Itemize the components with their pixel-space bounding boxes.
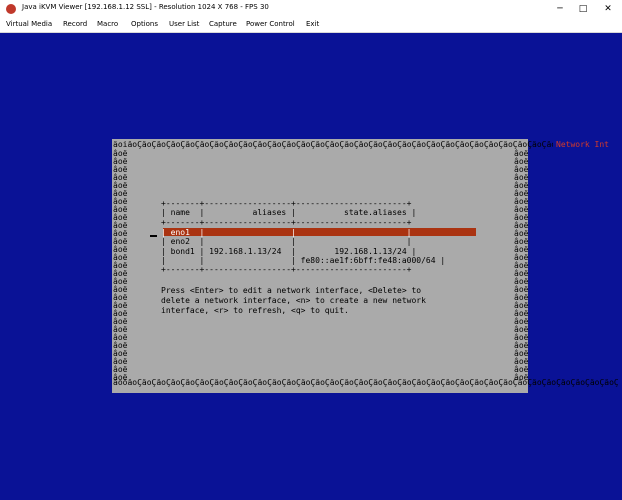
menu-record[interactable]: Record bbox=[63, 20, 87, 28]
window-titlebar: Java iKVM Viewer [192.168.1.12 SSL] - Re… bbox=[0, 0, 622, 19]
help-text-line-2: delete a network interface, <n> to creat… bbox=[161, 296, 426, 305]
maximize-button[interactable]: □ bbox=[574, 2, 592, 16]
network-interfaces-title: Network Int bbox=[556, 140, 609, 149]
close-button[interactable]: ✕ bbox=[599, 2, 617, 16]
help-text-line-3: interface, <r> to refresh, <q> to quit. bbox=[161, 306, 349, 315]
window-title: Java iKVM Viewer [192.168.1.12 SSL] - Re… bbox=[22, 3, 269, 11]
dialog-bottom-border: âoöâoÇâoÇâoÇâoÇâoÇâoÇâoÇâoÇâoÇâoÇâoÇâoÇâ… bbox=[113, 379, 618, 387]
interfaces-table-header: | name | aliases | state.aliases | bbox=[161, 208, 417, 217]
java-app-icon bbox=[6, 4, 16, 14]
right-pane bbox=[528, 149, 616, 381]
menu-bar: Virtual Media Record Macro Options User … bbox=[0, 18, 622, 33]
menu-macro[interactable]: Macro bbox=[97, 20, 118, 28]
menu-power-control[interactable]: Power Control bbox=[246, 20, 295, 28]
text-cursor bbox=[150, 235, 157, 237]
table-row-bond1[interactable]: | bond1 | 192.168.1.13/24 | 192.168.1.13… bbox=[161, 248, 416, 256]
table-row-bond1-ipv6: | | | fe80::ae1f:6bff:fe48:a000/64 | bbox=[161, 256, 446, 265]
table-row-eno1[interactable]: | eno1 | | | bbox=[161, 229, 411, 237]
dialog-top-border: âoiâoÇâoÇâoÇâoÇâoÇâoÇâoÇâoÇâoÇâoÇâoÇâoÇâ… bbox=[113, 141, 553, 149]
minimize-button[interactable]: ─ bbox=[551, 2, 569, 16]
interfaces-table-border-mid: +-------+------------------+------------… bbox=[161, 218, 412, 227]
menu-options[interactable]: Options bbox=[131, 20, 158, 28]
menu-capture[interactable]: Capture bbox=[209, 20, 237, 28]
menu-user-list[interactable]: User List bbox=[169, 20, 199, 28]
table-row-eno2[interactable]: | eno2 | | | bbox=[161, 238, 411, 246]
interfaces-table-border-top: +-------+------------------+------------… bbox=[161, 199, 412, 208]
menu-exit[interactable]: Exit bbox=[306, 20, 319, 28]
remote-console-screen[interactable]: âoiâoÇâoÇâoÇâoÇâoÇâoÇâoÇâoÇâoÇâoÇâoÇâoÇâ… bbox=[0, 33, 622, 500]
help-text-line-1: Press <Enter> to edit a network interfac… bbox=[161, 286, 422, 295]
menu-virtual-media[interactable]: Virtual Media bbox=[6, 20, 52, 28]
interfaces-table-border-bottom: +-------+------------------+------------… bbox=[161, 265, 412, 274]
